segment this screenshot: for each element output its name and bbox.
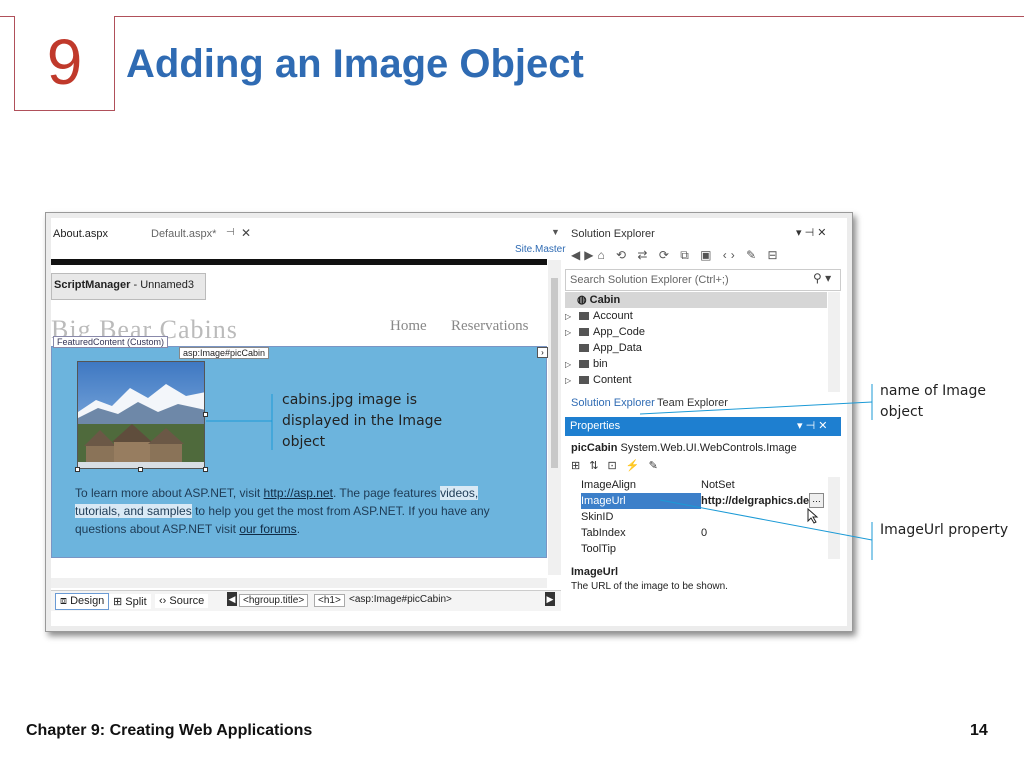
callout-name-of-object: name of Image object: [880, 383, 986, 420]
footer-chapter: Chapter 9: Creating Web Applications: [26, 722, 313, 739]
callout-imageurl-property: ImageUrl property: [880, 522, 1009, 538]
page-number: 14: [970, 722, 988, 739]
callout-lines: [206, 384, 873, 560]
callout-image-displayed: cabins.jpg image is displayed in the Ima…: [282, 392, 443, 450]
